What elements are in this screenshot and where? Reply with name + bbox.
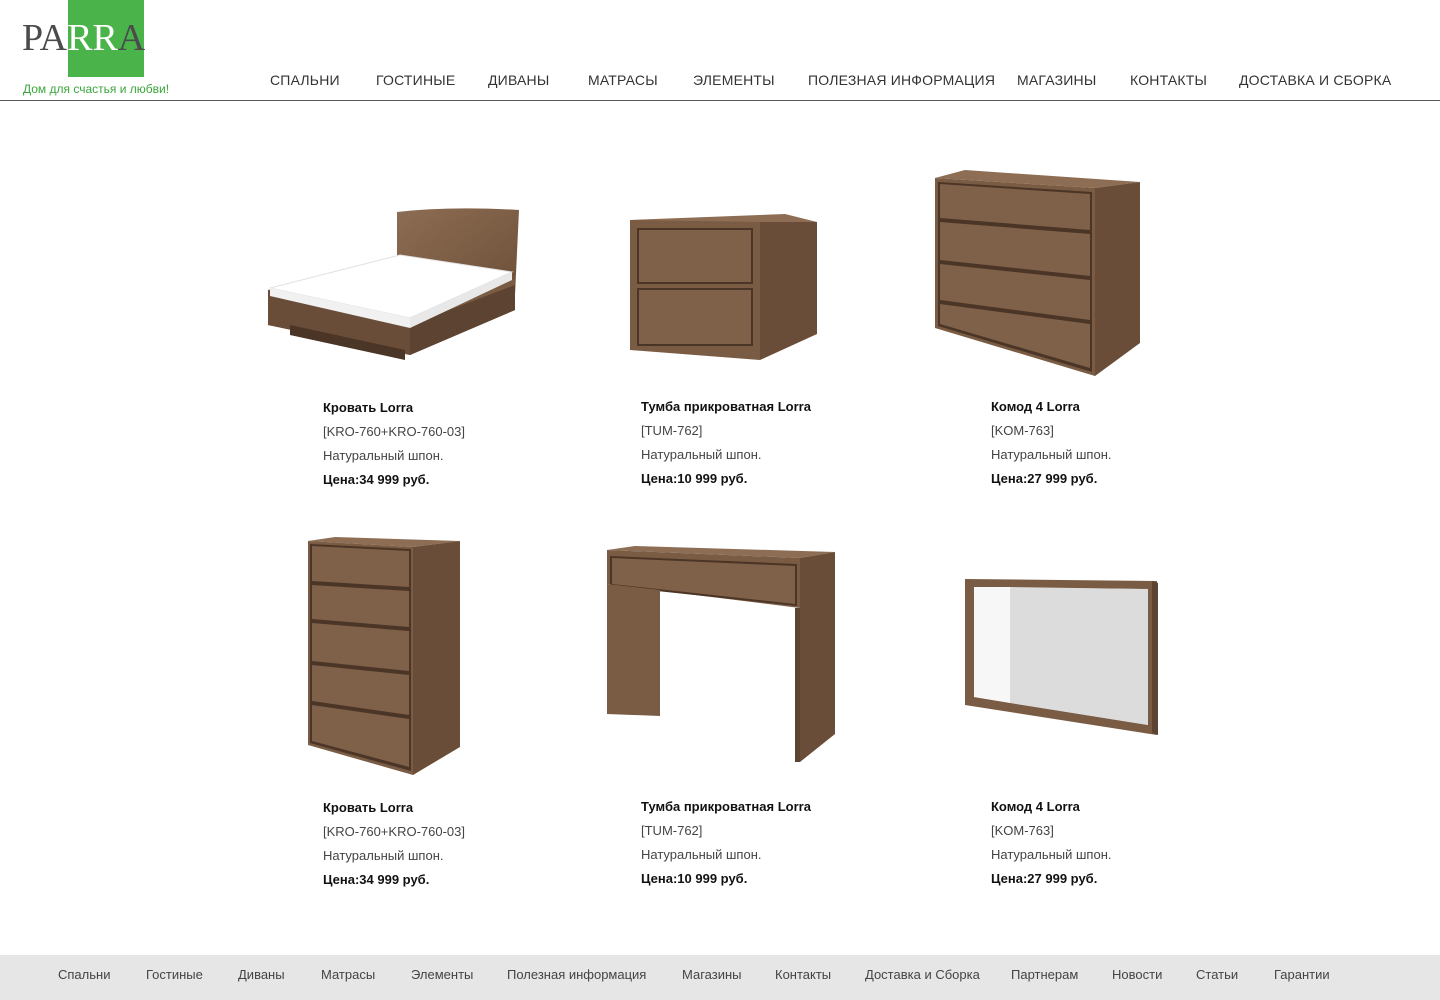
product-price: Цена:10 999 руб. <box>641 471 748 486</box>
product-title[interactable]: Тумба прикроватная Lorra <box>641 395 811 419</box>
logo-tagline: Дом для счастья и любви! <box>23 82 170 96</box>
product-card[interactable]: Комод 4 Lorra [KOM-763] Натуральный шпон… <box>930 530 1170 890</box>
product-card[interactable]: Тумба прикроватная Lorra [TUM-762] Натур… <box>600 530 860 890</box>
product-info: Кровать Lorra [KRO-760+KRO-760-03] Натур… <box>323 796 465 892</box>
product-price: Цена:34 999 руб. <box>323 872 430 887</box>
dresser-image[interactable] <box>930 168 1145 380</box>
footer-link-guarantees[interactable]: Гарантии <box>1274 967 1330 982</box>
nav-item-delivery[interactable]: ДОСТАВКА И СБОРКА <box>1239 72 1391 88</box>
logo[interactable]: PARRA Дом для счастья и любви! <box>20 0 169 100</box>
main-nav: СПАЛЬНИ ГОСТИНЫЕ ДИВАНЫ МАТРАСЫ ЭЛЕМЕНТЫ… <box>270 72 1391 92</box>
product-title[interactable]: Кровать Lorra <box>323 396 465 420</box>
footer-link-contacts[interactable]: Контакты <box>775 967 831 982</box>
console-table-image[interactable] <box>605 544 840 766</box>
nav-item-elements[interactable]: ЭЛЕМЕНТЫ <box>693 72 775 88</box>
product-info: Кровать Lorra [KRO-760+KRO-760-03] Натур… <box>323 396 465 492</box>
product-description: Натуральный шпон. <box>991 447 1112 462</box>
product-card[interactable]: Кровать Lorra [KRO-760+KRO-760-03] Натур… <box>260 160 540 500</box>
footer-link-mattresses[interactable]: Матрасы <box>321 967 375 982</box>
header-divider <box>0 100 1440 101</box>
footer-link-elements[interactable]: Элементы <box>411 967 473 982</box>
product-price: Цена:34 999 руб. <box>323 472 430 487</box>
footer-link-delivery[interactable]: Доставка и Сборка <box>865 967 980 982</box>
product-card[interactable]: Комод 4 Lorra [KOM-763] Натуральный шпон… <box>930 160 1170 500</box>
nav-item-stores[interactable]: МАГАЗИНЫ <box>1017 72 1096 88</box>
footer-link-news[interactable]: Новости <box>1112 967 1162 982</box>
product-card[interactable]: Тумба прикроватная Lorra [TUM-762] Натур… <box>600 160 860 500</box>
product-price: Цена:27 999 руб. <box>991 471 1098 486</box>
product-sku: [TUM-762] <box>641 423 703 438</box>
product-sku: [KOM-763] <box>991 423 1054 438</box>
product-price: Цена:10 999 руб. <box>641 871 748 886</box>
footer-link-partners[interactable]: Партнерам <box>1011 967 1078 982</box>
product-sku: [TUM-762] <box>641 823 703 838</box>
logo-text-part1: PA <box>22 17 68 59</box>
nav-item-mattresses[interactable]: МАТРАСЫ <box>588 72 658 88</box>
nav-item-living-rooms[interactable]: ГОСТИНЫЕ <box>376 72 455 88</box>
product-description: Натуральный шпон. <box>323 848 444 863</box>
product-description: Натуральный шпон. <box>323 448 444 463</box>
mirror-image[interactable] <box>962 575 1162 740</box>
logo-wordmark: PARRA <box>22 18 145 58</box>
nav-item-useful-info[interactable]: ПОЛЕЗНАЯ ИНФОРМАЦИЯ <box>808 72 995 88</box>
product-title[interactable]: Комод 4 Lorra <box>991 795 1112 819</box>
product-description: Натуральный шпон. <box>991 847 1112 862</box>
product-card[interactable]: Кровать Lorra [KRO-760+KRO-760-03] Натур… <box>260 530 540 890</box>
product-sku: [KRO-760+KRO-760-03] <box>323 824 465 839</box>
product-sku: [KRO-760+KRO-760-03] <box>323 424 465 439</box>
product-sku: [KOM-763] <box>991 823 1054 838</box>
product-info: Тумба прикроватная Lorra [TUM-762] Натур… <box>641 395 811 491</box>
nightstand-image[interactable] <box>625 210 825 370</box>
site-footer: Спальни Гостиные Диваны Матрасы Элементы… <box>0 955 1440 1000</box>
product-info: Комод 4 Lorra [KOM-763] Натуральный шпон… <box>991 395 1112 491</box>
logo-text-part3: A <box>117 17 146 59</box>
product-title[interactable]: Кровать Lorra <box>323 796 465 820</box>
nav-item-bedrooms[interactable]: СПАЛЬНИ <box>270 72 340 88</box>
footer-link-bedrooms[interactable]: Спальни <box>58 967 110 982</box>
product-description: Натуральный шпон. <box>641 447 762 462</box>
nav-item-contacts[interactable]: КОНТАКТЫ <box>1130 72 1207 88</box>
logo-text-part2: RR <box>67 17 118 59</box>
product-title[interactable]: Тумба прикроватная Lorra <box>641 795 811 819</box>
site-header: PARRA Дом для счастья и любви! СПАЛЬНИ Г… <box>0 0 1440 101</box>
nav-item-sofas[interactable]: ДИВАНЫ <box>488 72 549 88</box>
footer-link-articles[interactable]: Статьи <box>1196 967 1238 982</box>
footer-link-stores[interactable]: Магазины <box>682 967 742 982</box>
page: PARRA Дом для счастья и любви! СПАЛЬНИ Г… <box>0 0 1440 1000</box>
tall-chest-image[interactable] <box>305 535 465 775</box>
product-description: Натуральный шпон. <box>641 847 762 862</box>
footer-link-useful-info[interactable]: Полезная информация <box>507 967 646 982</box>
footer-link-sofas[interactable]: Диваны <box>238 967 285 982</box>
product-info: Тумба прикроватная Lorra [TUM-762] Натур… <box>641 795 811 891</box>
product-title[interactable]: Комод 4 Lorra <box>991 395 1112 419</box>
footer-link-living-rooms[interactable]: Гостиные <box>146 967 203 982</box>
product-info: Комод 4 Lorra [KOM-763] Натуральный шпон… <box>991 795 1112 891</box>
bed-image[interactable] <box>260 200 530 370</box>
product-price: Цена:27 999 руб. <box>991 871 1098 886</box>
